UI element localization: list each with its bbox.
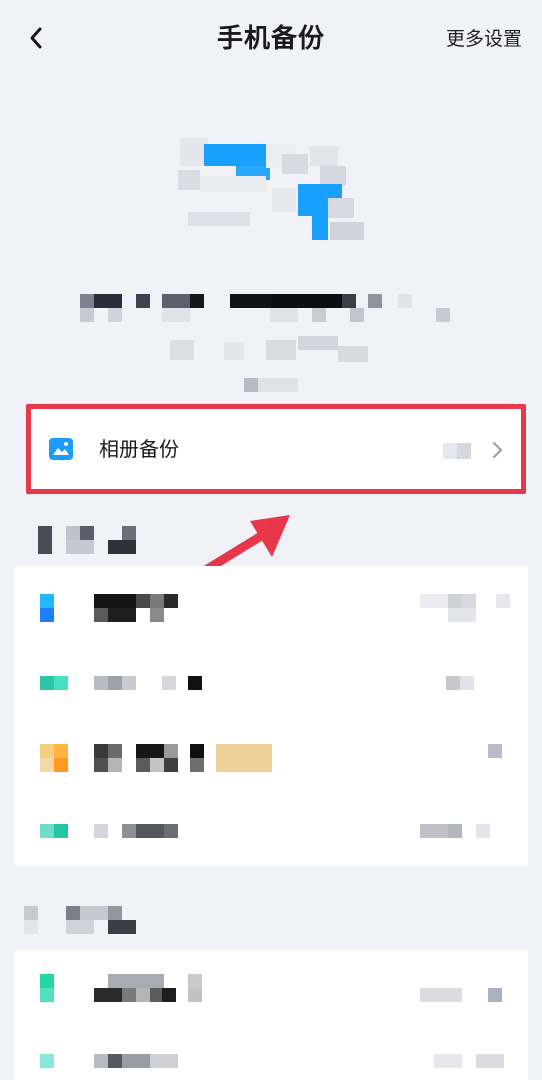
- album-backup-row[interactable]: 相册备份: [26, 404, 526, 494]
- item-icon-obscured: [40, 744, 68, 772]
- list-item[interactable]: [14, 794, 528, 868]
- item-icon-obscured: [40, 676, 68, 690]
- item-status-obscured: [420, 988, 510, 1002]
- photo-album-icon: [49, 438, 73, 460]
- item-icon-obscured: [40, 1054, 54, 1068]
- list-item[interactable]: [14, 954, 528, 1028]
- phone-backup-screen: 手机备份 更多设置 相册备份: [0, 0, 542, 1080]
- item-title-obscured: [94, 1054, 194, 1068]
- item-status-obscured: [488, 744, 502, 758]
- item-status-obscured: [420, 594, 510, 622]
- backup-status-obscured: [170, 336, 370, 396]
- backup-list-card: [14, 566, 528, 866]
- account-avatar-obscured: [170, 128, 370, 258]
- item-title-obscured: [94, 974, 214, 1002]
- top-bar: 手机备份 更多设置: [0, 0, 542, 80]
- item-status-obscured: [446, 676, 486, 690]
- account-name-obscured: [80, 292, 460, 326]
- list-item[interactable]: [14, 570, 528, 644]
- back-button[interactable]: [18, 20, 54, 56]
- backup-list-card: [14, 950, 528, 1080]
- item-icon-obscured: [40, 594, 54, 622]
- section-heading-obscured: [38, 524, 148, 556]
- item-title-obscured: [94, 676, 214, 690]
- list-item[interactable]: [14, 646, 528, 720]
- album-backup-status-obscured: [443, 443, 471, 459]
- list-item[interactable]: [14, 722, 528, 796]
- album-backup-label: 相册备份: [99, 437, 179, 461]
- list-item[interactable]: [14, 1030, 528, 1080]
- item-title-obscured: [94, 594, 184, 622]
- more-settings-link[interactable]: 更多设置: [446, 24, 522, 54]
- item-title-obscured: [94, 744, 274, 772]
- chevron-left-icon: [30, 27, 42, 49]
- item-icon-obscured: [40, 974, 54, 1002]
- section-heading-obscured: [24, 906, 154, 936]
- item-icon-obscured: [40, 824, 68, 838]
- item-status-obscured: [434, 1054, 504, 1068]
- item-status-obscured: [420, 824, 490, 838]
- chevron-right-icon: [493, 442, 502, 458]
- item-title-obscured: [94, 824, 194, 838]
